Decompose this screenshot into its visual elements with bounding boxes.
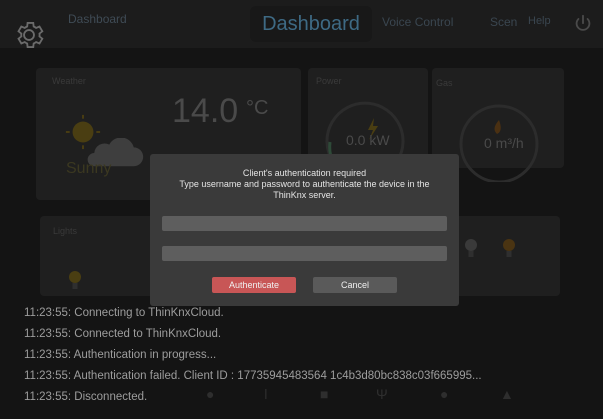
help-link[interactable]: Help bbox=[528, 15, 551, 27]
dialog-message: Type username and password to authentica… bbox=[179, 179, 430, 200]
log-line: 11:23:55: Connected to ThinKnxCloud. bbox=[24, 328, 222, 340]
power-icon[interactable] bbox=[572, 13, 594, 35]
log-line: 11:23:55: Disconnected. bbox=[24, 391, 148, 403]
gas-label: Gas bbox=[436, 78, 453, 88]
tab-scenes[interactable]: Scen bbox=[490, 15, 517, 29]
log-line: 11:23:55: Authentication in progress... bbox=[24, 349, 217, 361]
weather-condition: Sunny bbox=[66, 160, 112, 177]
light-bulb-icon[interactable] bbox=[464, 238, 478, 260]
tab-dashboard[interactable]: Dashboard bbox=[250, 6, 372, 42]
temperature-value: 14.0 bbox=[172, 92, 239, 130]
log-line: 11:23:55: Authentication failed. Client … bbox=[24, 370, 482, 382]
settings-gear-icon[interactable] bbox=[12, 18, 46, 52]
authenticate-button[interactable]: Authenticate bbox=[212, 277, 296, 293]
light-bulb-icon[interactable] bbox=[68, 270, 82, 292]
log-line: 11:23:55: Connecting to ThinKnxCloud. bbox=[24, 307, 224, 319]
weather-label: Weather bbox=[52, 76, 86, 86]
connection-log: 11:23:55: Connecting to ThinKnxCloud. 11… bbox=[24, 303, 482, 408]
cancel-button[interactable]: Cancel bbox=[313, 277, 397, 293]
password-field[interactable] bbox=[162, 246, 447, 261]
light-bulb-icon[interactable] bbox=[502, 238, 516, 260]
nav-dashboard-small[interactable]: Dashboard bbox=[68, 12, 127, 26]
lights-label: Lights bbox=[53, 226, 78, 236]
username-field[interactable] bbox=[162, 216, 447, 231]
dialog-title: Client's authentication required bbox=[242, 168, 367, 178]
power-value: 0.0 kW bbox=[346, 132, 390, 148]
tab-voice-control[interactable]: Voice Control bbox=[382, 15, 453, 29]
shield-icon[interactable]: ▲ bbox=[500, 386, 514, 402]
power-label: Power bbox=[316, 76, 342, 86]
temperature-unit: °C bbox=[246, 97, 269, 119]
gas-value: 0 m³/h bbox=[484, 135, 524, 151]
